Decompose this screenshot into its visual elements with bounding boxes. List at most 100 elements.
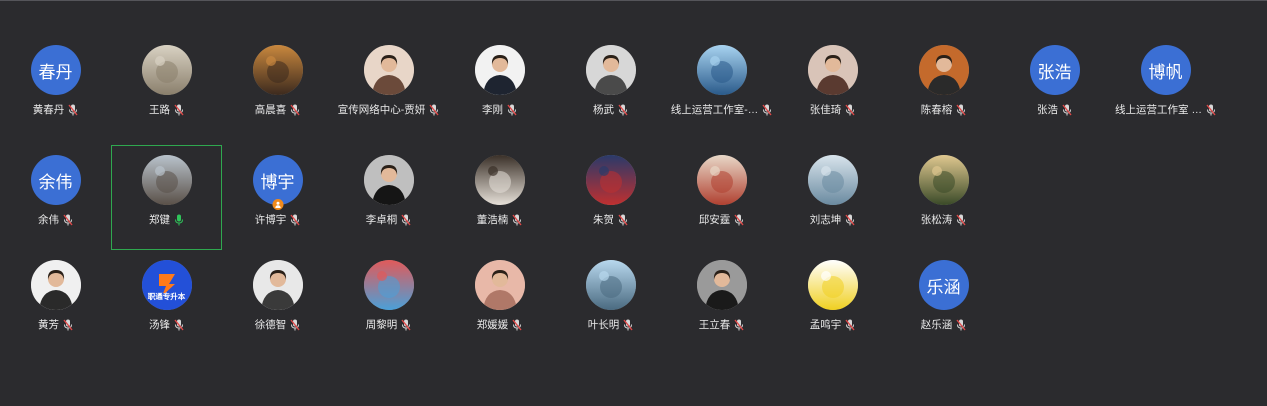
- participant-label: 李刚: [482, 102, 517, 117]
- cartoon-character-photo: [585, 155, 636, 205]
- participant-tile[interactable]: 博帆 线上运营工作室 …: [1110, 35, 1221, 140]
- participant-tile[interactable]: 余伟 余伟: [0, 145, 111, 250]
- participant-name: 陈春榕: [920, 104, 953, 116]
- participant-name: 张松涛: [920, 214, 953, 226]
- participant-label: 朱贺: [593, 212, 628, 227]
- participant-name: 徐德智: [254, 319, 287, 331]
- microphone-muted-icon[interactable]: [512, 214, 522, 226]
- beach-photo: [585, 260, 636, 310]
- microphone-muted-icon[interactable]: [956, 104, 966, 116]
- cartoon-character-photo: [696, 45, 747, 95]
- participant-tile[interactable]: 张浩 张浩: [999, 35, 1110, 140]
- participant-tile[interactable]: 郑媛媛: [444, 250, 555, 355]
- building-photo: [141, 155, 192, 205]
- avatar: 乐涵: [918, 260, 969, 310]
- participant-row: 春丹 黄春丹王路 高晨喜 宣传网络中心-贾妍李刚 杨武 线上运营工作室-… 张佳琦 陈春榕 张浩…: [0, 35, 1221, 140]
- microphone-muted-icon[interactable]: [507, 104, 517, 116]
- participant-name: 李刚: [482, 104, 503, 116]
- participant-tile[interactable]: 董浩楠: [444, 145, 555, 250]
- participant-tile[interactable]: 博宇许博宇: [222, 145, 333, 250]
- microphone-muted-icon[interactable]: [63, 319, 73, 331]
- participant-name: 叶长明: [587, 319, 620, 331]
- microphone-muted-icon[interactable]: [290, 214, 300, 226]
- participant-tile[interactable]: 高晨喜: [222, 35, 333, 140]
- microphone-muted-icon[interactable]: [174, 319, 184, 331]
- participant-name: 朱贺: [593, 214, 614, 226]
- participant-tile[interactable]: 孟鸣宇: [777, 250, 888, 355]
- participant-tile[interactable]: 张佳琦: [777, 35, 888, 140]
- participant-tile[interactable]: 周黎明: [333, 250, 444, 355]
- participant-tile[interactable]: 陈春榕: [888, 35, 999, 140]
- microphone-muted-icon[interactable]: [290, 319, 300, 331]
- avatar: 博帆: [1140, 45, 1191, 95]
- participant-name: 李卓桐: [365, 214, 398, 226]
- microphone-muted-icon[interactable]: [618, 104, 628, 116]
- participant-tile[interactable]: 黄芳: [0, 250, 111, 355]
- participant-tile[interactable]: 邱安霆: [666, 145, 777, 250]
- participant-tile[interactable]: 张松涛: [888, 145, 999, 250]
- woman-in-black-photo: [918, 45, 969, 95]
- avatar-initials: 张浩: [1037, 62, 1072, 82]
- microphone-muted-icon[interactable]: [401, 214, 411, 226]
- participant-name: 杨武: [593, 104, 614, 116]
- participant-label: 郑键: [149, 212, 184, 227]
- microphone-muted-icon[interactable]: [290, 104, 300, 116]
- participant-label: 王路: [149, 102, 184, 117]
- avatar-initials: 博宇: [260, 172, 295, 192]
- logo-text: 职通专升本: [147, 292, 186, 301]
- microphone-muted-icon[interactable]: [734, 319, 744, 331]
- participant-label: 许博宇: [255, 212, 301, 227]
- participant-tile[interactable]: 郑键: [111, 145, 222, 250]
- participant-label: 李卓桐: [366, 212, 412, 227]
- microphone-muted-icon[interactable]: [618, 214, 628, 226]
- participant-tile[interactable]: 刘志坤: [777, 145, 888, 250]
- participant-name: 张浩: [1037, 104, 1058, 116]
- participant-tile[interactable]: 宣传网络中心-贾妍: [333, 35, 444, 140]
- participant-name: 邱安霆: [698, 214, 731, 226]
- avatar-initials: 余伟: [38, 172, 73, 192]
- colorful-scene-photo: [363, 260, 414, 310]
- microphone-muted-icon[interactable]: [68, 104, 78, 116]
- participant-name: 董浩楠: [476, 214, 509, 226]
- avatar: 博宇: [252, 155, 303, 210]
- woman-portrait-photo: [30, 260, 81, 310]
- participant-label: 徐德智: [255, 317, 301, 332]
- participant-label: 陈春榕: [921, 102, 967, 117]
- participant-tile[interactable]: 线上运营工作室-…: [666, 35, 777, 140]
- participant-tile[interactable]: 李卓桐: [333, 145, 444, 250]
- microphone-muted-icon[interactable]: [956, 319, 966, 331]
- participant-name: 许博宇: [254, 214, 287, 226]
- microphone-muted-icon[interactable]: [845, 104, 855, 116]
- participant-label: 张浩: [1037, 102, 1072, 117]
- participant-row: 余伟 余伟 郑键 博宇 许博宇 李卓桐 董浩楠 朱贺 邱安霆 刘志坤 张松涛: [0, 145, 999, 250]
- microphone-muted-icon[interactable]: [429, 104, 439, 116]
- participant-tile[interactable]: 李刚: [444, 35, 555, 140]
- participant-tile[interactable]: 乐涵 赵乐涵: [888, 250, 999, 355]
- man-in-suit-photo: [696, 260, 747, 310]
- participant-tile[interactable]: 徐德智: [222, 250, 333, 355]
- microphone-muted-icon[interactable]: [63, 214, 73, 226]
- microphone-muted-icon[interactable]: [1206, 104, 1216, 116]
- microphone-muted-icon[interactable]: [1062, 104, 1072, 116]
- participant-name: 郑键: [149, 214, 170, 226]
- microphone-muted-icon[interactable]: [845, 319, 855, 331]
- microphone-muted-icon[interactable]: [401, 319, 411, 331]
- participant-tile[interactable]: 王路: [111, 35, 222, 140]
- microphone-active-icon[interactable]: [174, 214, 184, 226]
- participant-tile[interactable]: 王立春: [666, 250, 777, 355]
- microphone-muted-icon[interactable]: [623, 319, 633, 331]
- participant-name: 张佳琦: [809, 104, 842, 116]
- landscape-photo: [807, 155, 858, 205]
- participant-tile[interactable]: 朱贺: [555, 145, 666, 250]
- participant-name: 郑媛媛: [476, 319, 509, 331]
- participant-tile[interactable]: 叶长明: [555, 250, 666, 355]
- participant-tile[interactable]: 春丹 黄春丹: [0, 35, 111, 140]
- microphone-muted-icon[interactable]: [734, 214, 744, 226]
- participant-tile[interactable]: 杨武: [555, 35, 666, 140]
- participant-tile[interactable]: 职通专升本 汤锋: [111, 250, 222, 355]
- microphone-muted-icon[interactable]: [512, 319, 522, 331]
- microphone-muted-icon[interactable]: [845, 214, 855, 226]
- microphone-muted-icon[interactable]: [174, 104, 184, 116]
- microphone-muted-icon[interactable]: [762, 104, 772, 116]
- microphone-muted-icon[interactable]: [956, 214, 966, 226]
